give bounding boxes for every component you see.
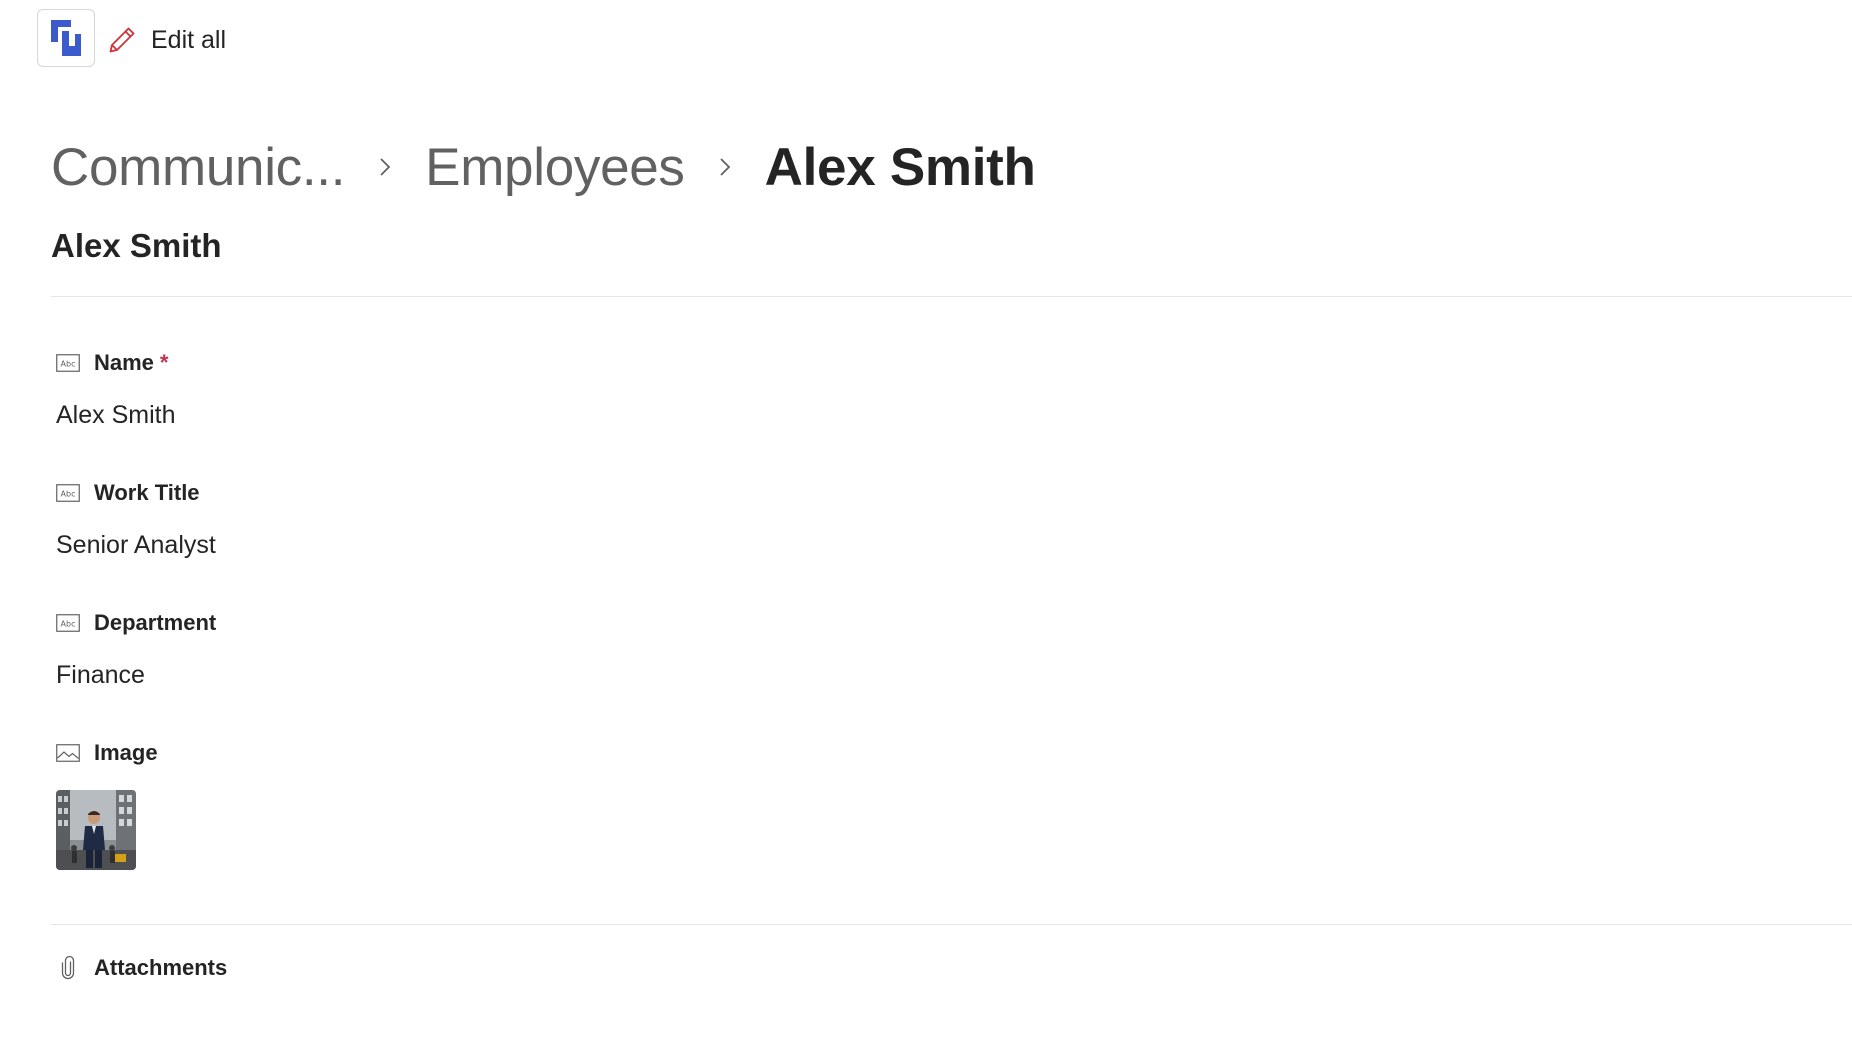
field-label: Work Title (94, 480, 200, 505)
field-department: Abc Department Finance (56, 608, 956, 690)
image-field-icon (56, 743, 80, 763)
breadcrumb-item-current: Alex Smith (764, 137, 1036, 197)
app-logo-icon (51, 20, 81, 56)
field-label-row: Abc Name * (56, 348, 956, 378)
app-logo-button[interactable] (37, 9, 95, 67)
text-field-icon: Abc (56, 613, 80, 633)
attachments-section: Attachments (56, 953, 956, 983)
pencil-icon (109, 27, 135, 53)
breadcrumb-item-list[interactable]: Employees (425, 137, 685, 198)
svg-text:Abc: Abc (61, 490, 76, 499)
field-label: Image (94, 740, 158, 765)
field-label-row: Abc Work Title (56, 478, 956, 508)
field-work-title: Abc Work Title Senior Analyst (56, 478, 956, 560)
field-value[interactable]: Senior Analyst (56, 531, 956, 560)
field-name: Abc Name * Alex Smith (56, 348, 956, 430)
field-value[interactable]: Alex Smith (56, 401, 956, 430)
chevron-right-icon (685, 147, 765, 187)
attachments-label: Attachments (94, 955, 228, 980)
edit-all-button[interactable]: Edit all (106, 16, 226, 64)
chevron-right-icon (345, 147, 425, 187)
svg-text:Abc: Abc (61, 360, 76, 369)
required-indicator: * (159, 350, 169, 375)
header-divider (51, 296, 1852, 297)
field-label-row: Abc Department (56, 608, 956, 638)
field-label: Department (94, 610, 217, 635)
field-value[interactable]: Finance (56, 661, 956, 690)
text-field-icon: Abc (56, 353, 80, 373)
attachments-divider (51, 924, 1852, 925)
field-label-row: Attachments (56, 953, 956, 983)
record-title: Alex Smith (51, 227, 222, 264)
field-label: Name (94, 350, 154, 375)
field-image: Image (56, 738, 956, 870)
field-label-row: Image (56, 738, 956, 768)
breadcrumb: Communic... Employees Alex Smith (51, 132, 1036, 202)
breadcrumb-item-site[interactable]: Communic... (51, 137, 345, 198)
top-toolbar: Edit all (0, 0, 1852, 80)
svg-text:Abc: Abc (61, 620, 76, 629)
paperclip-icon (56, 956, 80, 980)
employee-photo-thumbnail[interactable] (56, 790, 136, 870)
edit-all-label: Edit all (151, 25, 227, 54)
text-field-icon: Abc (56, 483, 80, 503)
